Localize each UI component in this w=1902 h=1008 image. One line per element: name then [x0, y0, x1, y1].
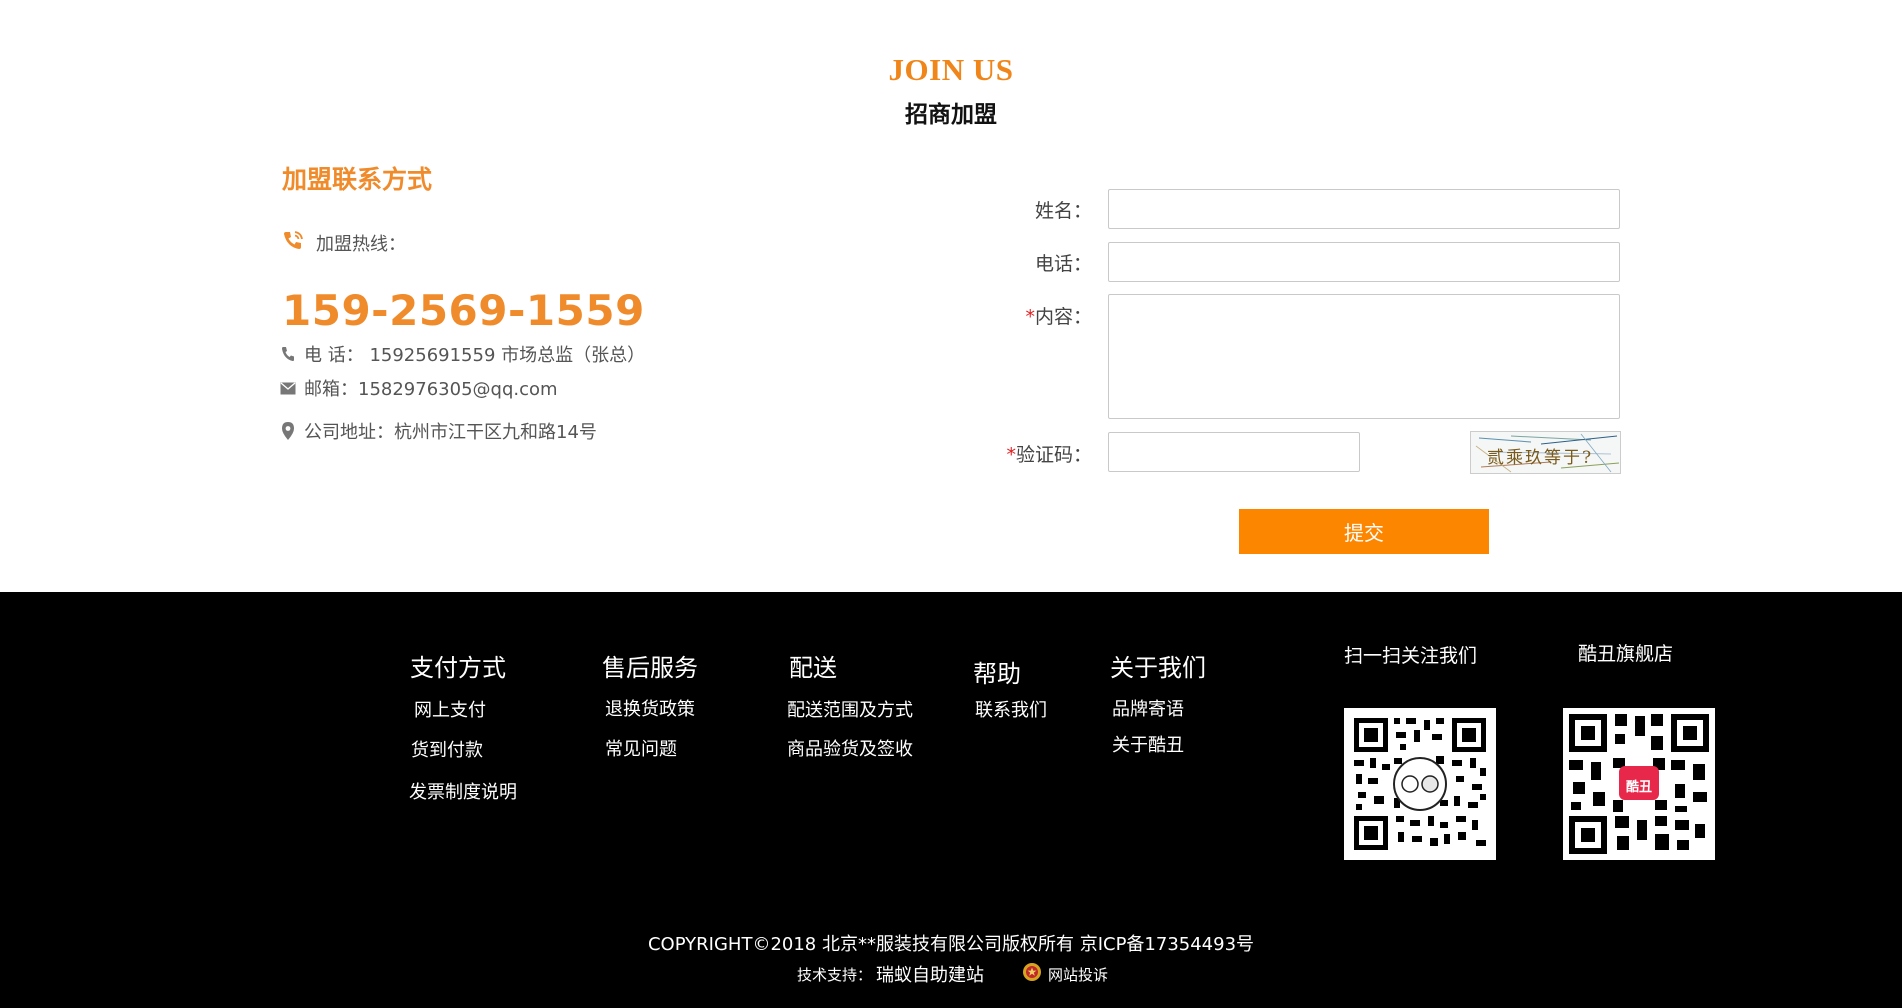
- footer-link-cod[interactable]: 货到付款: [411, 736, 483, 762]
- required-mark: *: [1006, 444, 1016, 466]
- mail-icon: [280, 380, 296, 396]
- phone-icon: [280, 346, 296, 362]
- hotline-row: 加盟热线：: [282, 229, 406, 256]
- submit-button[interactable]: 提交: [1239, 509, 1489, 554]
- footer-col-title-help: 帮助: [973, 660, 1021, 688]
- footer-link-about-kuchou[interactable]: 关于酷丑: [1112, 731, 1184, 757]
- footer-col-title-payment: 支付方式: [410, 654, 506, 682]
- qr-follow-title: 扫一扫关注我们: [1344, 645, 1478, 667]
- footer-link-return-policy[interactable]: 退换货政策: [605, 695, 695, 721]
- content-textarea[interactable]: [1108, 294, 1620, 419]
- join-us-title: JOIN US: [888, 52, 1014, 87]
- support-brand-link[interactable]: 瑞蚁自助建站: [876, 961, 984, 987]
- footer-link-delivery-scope[interactable]: 配送范围及方式: [787, 696, 913, 722]
- police-badge-icon: [1022, 962, 1042, 986]
- captcha-text: 贰乘玖等于?: [1487, 448, 1594, 468]
- footer-link-inspection[interactable]: 商品验货及签收: [787, 735, 913, 761]
- footer-col-title-about: 关于我们: [1110, 654, 1206, 682]
- location-pin-icon: [280, 422, 296, 440]
- phone-ringing-icon: [282, 229, 304, 256]
- captcha-label: *验证码：: [1006, 444, 1092, 466]
- captcha-input[interactable]: [1108, 432, 1360, 472]
- phone-info-row: 电 话： 15925691559 市场总监（张总）: [280, 341, 645, 367]
- wechat-qr-code[interactable]: [1344, 708, 1496, 860]
- complaint-label: 网站投诉: [1048, 965, 1109, 984]
- copyright-text: COPYRIGHT©2018 北京**服装技有限公司版权所有 京ICP备1735…: [647, 934, 1255, 955]
- footer-col-title-delivery: 配送: [789, 654, 837, 682]
- hotline-number: 159-2569-1559: [282, 286, 645, 335]
- address-info-text: 公司地址：杭州市江干区九和路14号: [304, 422, 597, 443]
- required-mark: *: [1025, 306, 1035, 328]
- qr-store-title: 酷丑旗舰店: [1578, 643, 1674, 665]
- hotline-label: 加盟热线：: [316, 233, 406, 255]
- captcha-image[interactable]: 贰乘玖等于?: [1470, 431, 1621, 474]
- phone-input[interactable]: [1108, 242, 1620, 282]
- complaint-link[interactable]: 网站投诉: [1022, 962, 1108, 986]
- name-input[interactable]: [1108, 189, 1620, 229]
- qr-badge-text: 酷丑: [1625, 780, 1652, 795]
- email-info-row: 邮箱：1582976305@qq.com: [280, 375, 558, 401]
- tech-support-row: 技术支持： 瑞蚁自助建站 网站投诉: [797, 961, 1108, 987]
- footer-link-brand-message[interactable]: 品牌寄语: [1112, 695, 1184, 721]
- content-label: *内容：: [1025, 306, 1092, 328]
- phone-info-text: 电 话： 15925691559 市场总监（张总）: [304, 345, 646, 366]
- email-info-text: 邮箱：1582976305@qq.com: [304, 379, 558, 400]
- footer-col-title-aftersales: 售后服务: [602, 654, 698, 682]
- phone-label: 电话：: [1034, 253, 1092, 275]
- support-label: 技术支持：: [797, 965, 873, 984]
- footer-link-faq[interactable]: 常见问题: [605, 735, 677, 761]
- address-info-row: 公司地址：杭州市江干区九和路14号: [280, 418, 597, 444]
- footer-link-contact-us[interactable]: 联系我们: [975, 696, 1047, 722]
- contact-section-title: 加盟联系方式: [282, 165, 433, 194]
- store-qr-code[interactable]: 酷丑: [1563, 708, 1715, 860]
- footer-link-invoice[interactable]: 发票制度说明: [409, 778, 517, 804]
- footer-link-online-pay[interactable]: 网上支付: [414, 696, 486, 722]
- join-us-subtitle: 招商加盟: [905, 102, 997, 128]
- name-label: 姓名：: [1034, 200, 1092, 222]
